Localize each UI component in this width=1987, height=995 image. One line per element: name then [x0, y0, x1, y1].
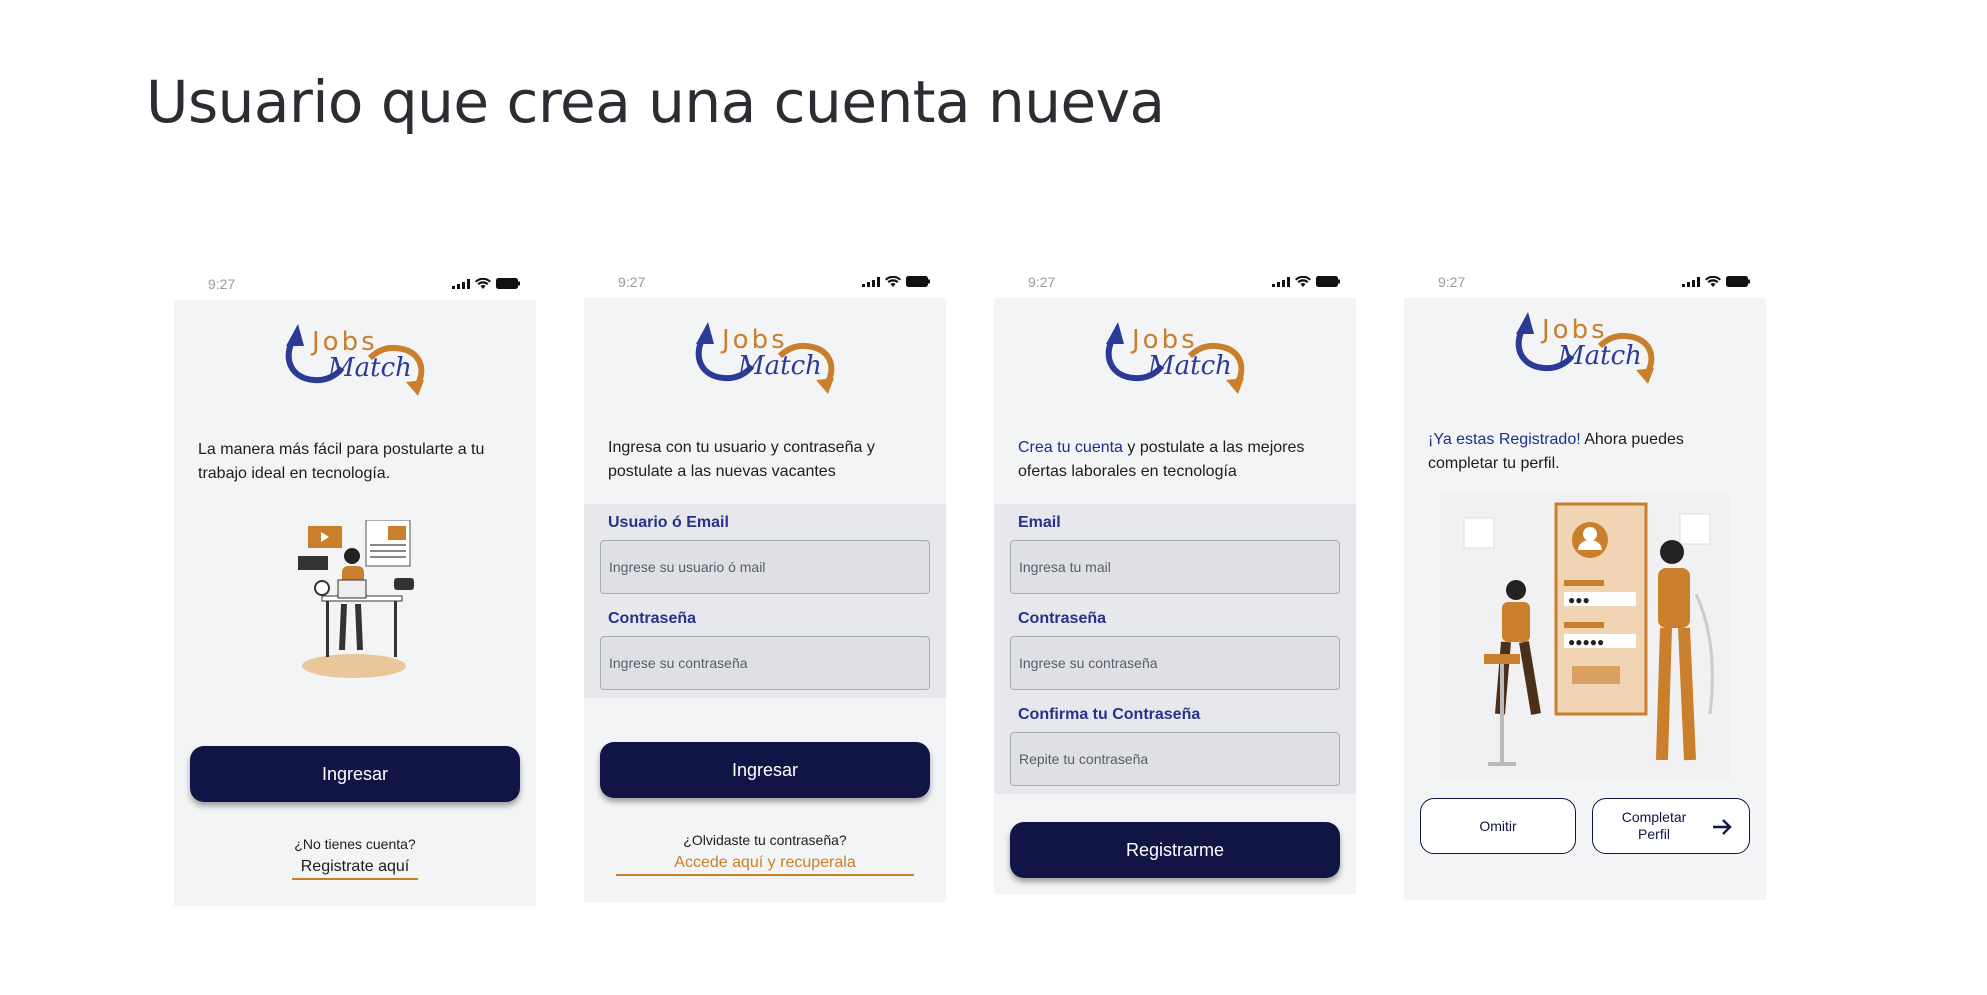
battery-icon: [496, 278, 520, 289]
intro-highlight: ¡Ya estas Registrado!: [1428, 431, 1581, 448]
intro-text: ¡Ya estas Registrado! Ahora puedes compl…: [1428, 428, 1746, 476]
login-button[interactable]: Ingresar: [190, 746, 520, 802]
intro-text: Ingresa con tu usuario y contraseña y po…: [608, 439, 875, 480]
battery-icon: [1726, 276, 1750, 287]
screen-body: Jobs Match Crea tu cuenta y postulate a …: [994, 298, 1356, 894]
phone-register: 9:27 Jobs Match Crea tu cuenta y postula…: [994, 264, 1356, 894]
complete-profile-button[interactable]: Completar Perfil: [1592, 798, 1750, 854]
status-indicators: [862, 276, 930, 287]
profile-form-illustration: ●●● ●●●●●: [1440, 494, 1730, 780]
phone-login: 9:27 Jobs Match Ingresa con tu usuario y…: [584, 264, 946, 904]
status-time: 9:27: [618, 274, 646, 290]
intro-text: Crea tu cuenta y postulate a las mejores…: [1018, 436, 1336, 484]
status-bar: 9:27: [994, 264, 1356, 294]
signal-icon: [1272, 276, 1290, 287]
register-form: Email Ingresa tu mail Contraseña Ingrese…: [994, 504, 1356, 794]
no-account-question: ¿No tienes cuenta?: [294, 836, 416, 852]
jobs-match-logo: Jobs Match: [695, 322, 835, 394]
intro-text: La manera más fácil para postularte a tu…: [198, 441, 485, 482]
svg-text:Match: Match: [327, 353, 412, 383]
phone-welcome: 9:27 Jobs Match La manera más fácil para…: [174, 266, 536, 906]
username-input[interactable]: Ingrese su usuario ó mail: [600, 540, 930, 594]
jobs-match-logo: Jobs Match: [285, 324, 425, 396]
signal-icon: [862, 276, 880, 287]
skip-button[interactable]: Omitir: [1420, 798, 1576, 854]
username-label: Usuario ó Email: [608, 514, 729, 531]
status-time: 9:27: [208, 276, 236, 292]
screen-body: Jobs Match La manera más fácil para post…: [174, 300, 536, 906]
recover-password-link[interactable]: Accede aquí y recuperala: [616, 854, 914, 876]
confirm-password-input[interactable]: Repite tu contraseña: [1010, 732, 1340, 786]
complete-profile-label: Completar Perfil: [1621, 809, 1687, 842]
confirm-password-label: Confirma tu Contraseña: [1018, 706, 1201, 723]
register-link[interactable]: Registrate aquí: [292, 858, 418, 880]
status-time: 9:27: [1438, 274, 1466, 290]
password-input[interactable]: Ingrese su contraseña: [600, 636, 930, 690]
intro-highlight: Crea tu cuenta: [1018, 439, 1123, 456]
jobs-match-logo: Jobs Match: [1515, 312, 1655, 384]
svg-text:Match: Match: [1147, 351, 1232, 381]
phone-registered: 9:27 Jobs Match ¡Ya estas Registrado! Ah…: [1404, 264, 1766, 900]
status-time: 9:27: [1028, 274, 1056, 290]
screen-body: Jobs Match Ingresa con tu usuario y cont…: [584, 298, 946, 902]
email-label: Email: [1018, 514, 1061, 531]
status-bar: 9:27: [1404, 264, 1766, 294]
svg-text:●●●●●: ●●●●●: [1568, 635, 1604, 649]
signal-icon: [452, 278, 470, 289]
login-button[interactable]: Ingresar: [600, 742, 930, 798]
password-input[interactable]: Ingrese su contraseña: [1010, 636, 1340, 690]
password-label: Contraseña: [1018, 610, 1107, 627]
email-input[interactable]: Ingresa tu mail: [1010, 540, 1340, 594]
screen-body: Jobs Match ¡Ya estas Registrado! Ahora p…: [1404, 298, 1766, 900]
wifi-icon: [475, 278, 491, 289]
login-form: Usuario ó Email Ingrese su usuario ó mai…: [584, 504, 946, 698]
status-indicators: [452, 278, 520, 289]
page-title: Usuario que crea una cuenta nueva: [146, 68, 1165, 136]
wifi-icon: [885, 276, 901, 287]
status-bar: 9:27: [584, 264, 946, 294]
battery-icon: [1316, 276, 1340, 287]
svg-text:Match: Match: [737, 351, 822, 381]
svg-text:Match: Match: [1557, 341, 1642, 371]
signal-icon: [1682, 276, 1700, 287]
status-indicators: [1682, 276, 1750, 287]
battery-icon: [906, 276, 930, 287]
arrow-right-icon: [1713, 819, 1732, 835]
wifi-icon: [1295, 276, 1311, 287]
status-indicators: [1272, 276, 1340, 287]
svg-text:●●●: ●●●: [1568, 593, 1590, 607]
register-button[interactable]: Registrarme: [1010, 822, 1340, 878]
jobs-match-logo: Jobs Match: [1105, 322, 1245, 394]
password-label: Contraseña: [608, 610, 697, 627]
status-bar: 9:27: [174, 266, 536, 296]
wifi-icon: [1705, 276, 1721, 287]
forgot-password-question: ¿Olvidaste tu contraseña?: [683, 832, 847, 848]
woman-at-desk-illustration: [298, 520, 414, 678]
